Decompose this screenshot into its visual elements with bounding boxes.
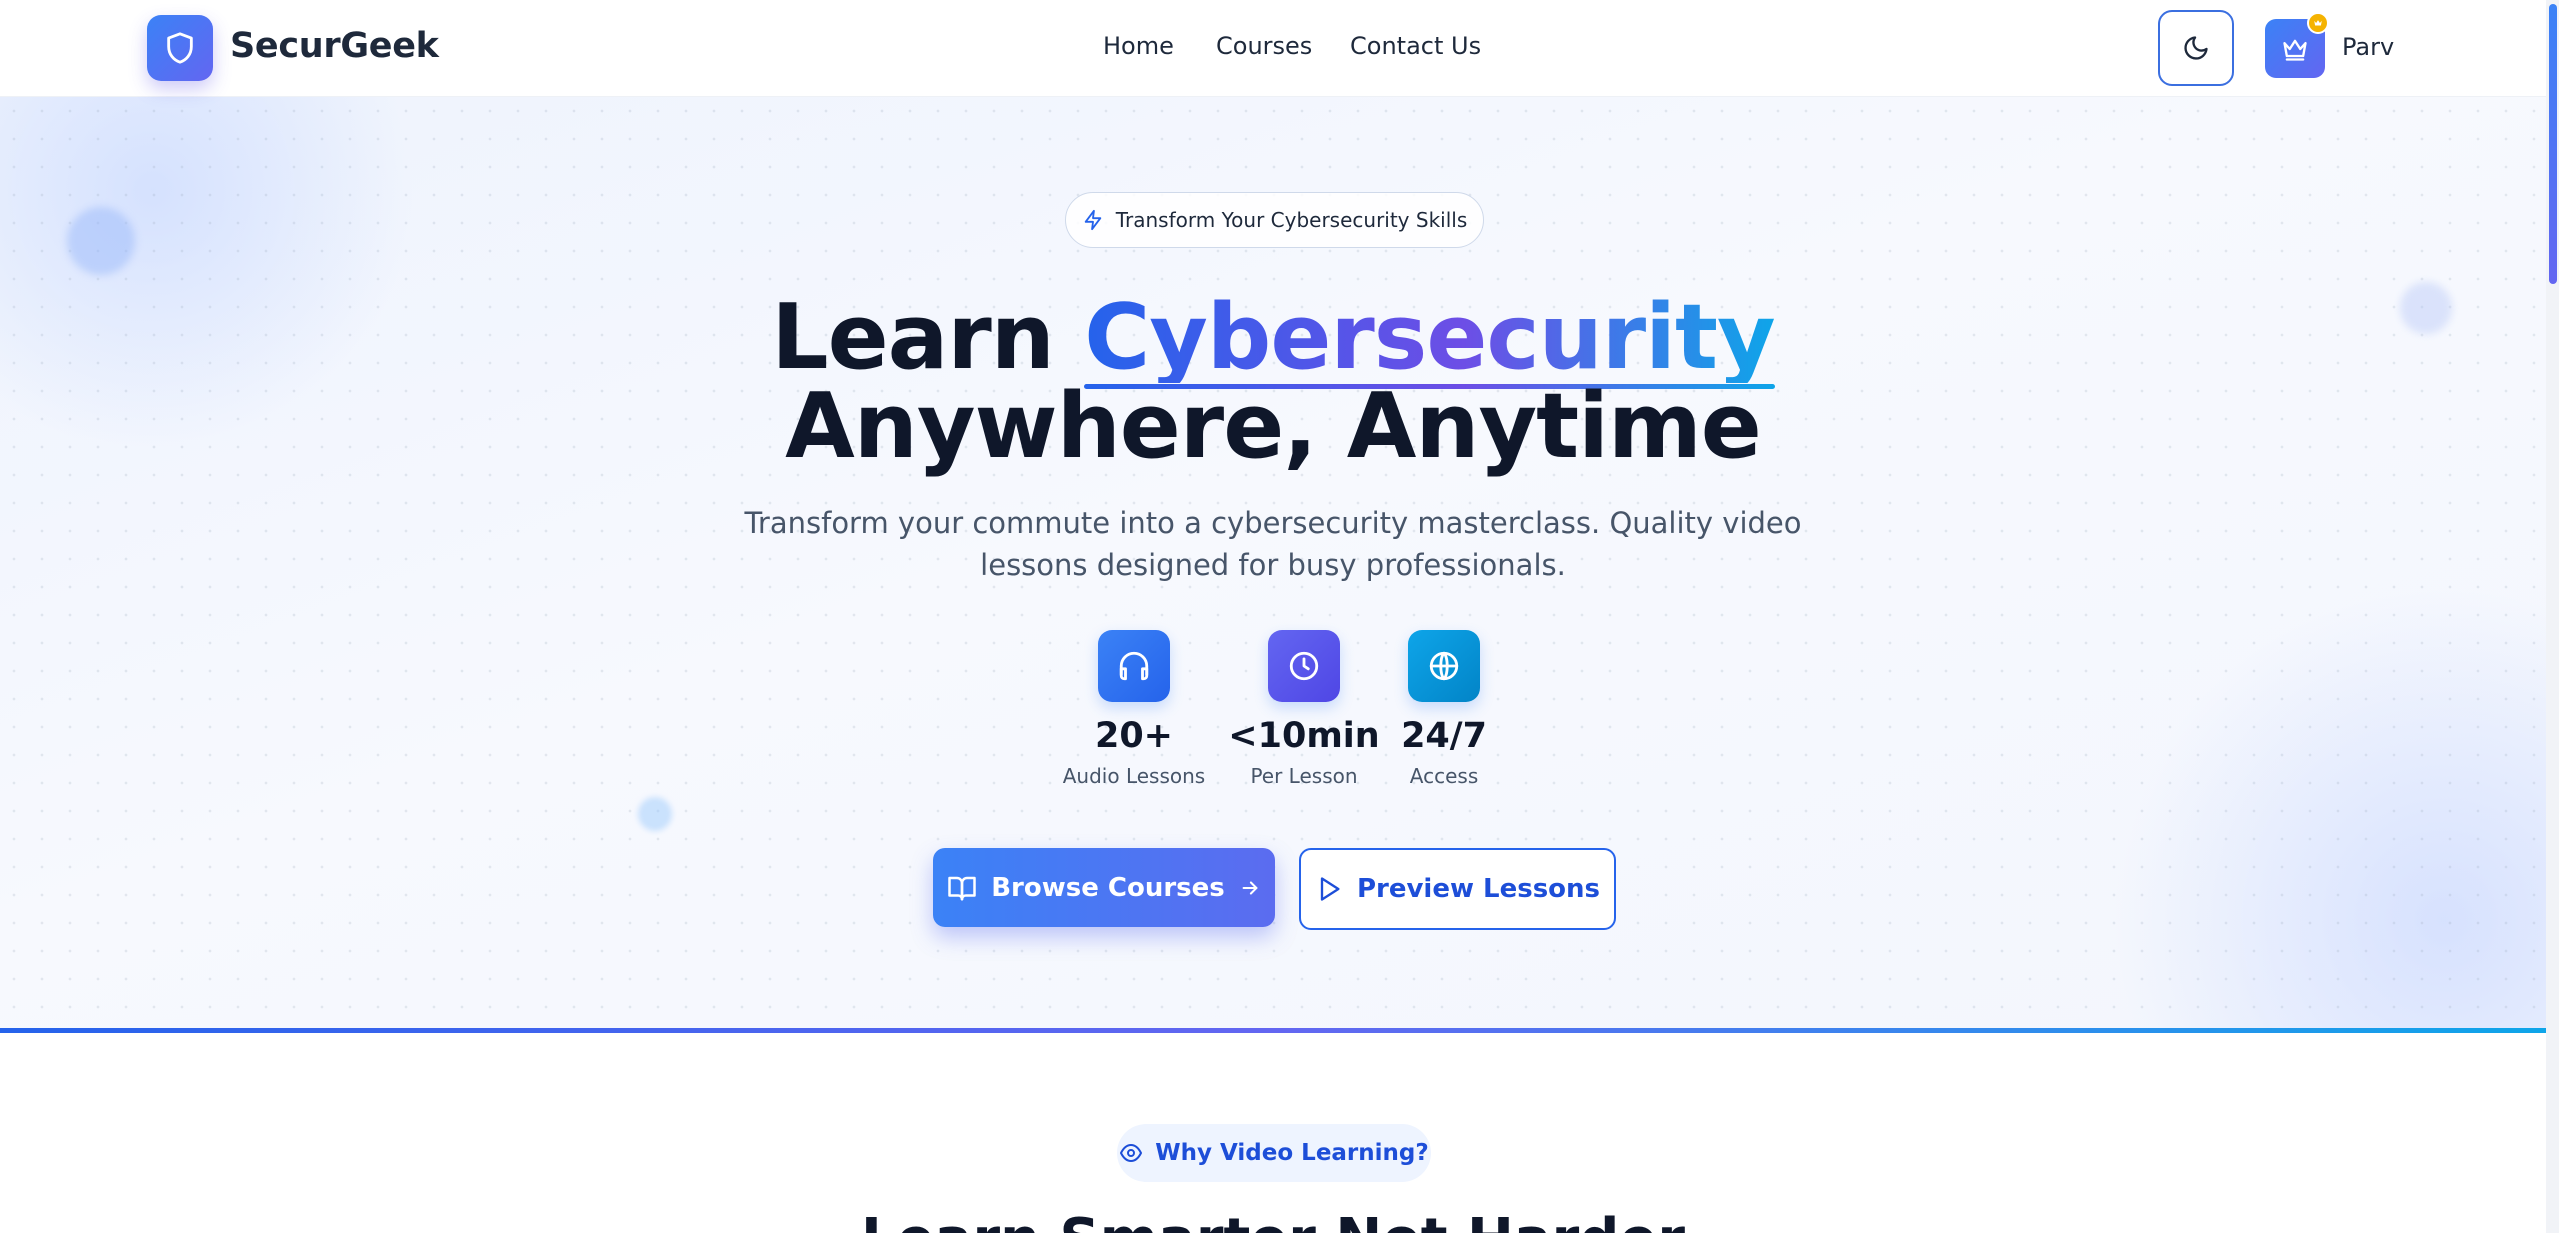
- decorative-blob: [638, 797, 672, 831]
- browse-courses-button[interactable]: Browse Courses: [933, 848, 1275, 927]
- book-open-icon: [948, 876, 976, 900]
- hero-headline-line2: Anywhere, Anytime: [785, 374, 1762, 479]
- nav-courses[interactable]: Courses: [1216, 32, 1312, 60]
- hero-subtitle: Transform your commute into a cybersecur…: [744, 506, 1802, 582]
- stat-value: 24/7: [1401, 716, 1487, 756]
- logo-badge[interactable]: [147, 15, 213, 81]
- globe-icon: [1429, 651, 1459, 681]
- scrollbar-thumb[interactable]: [2549, 4, 2557, 284]
- brand-name[interactable]: SecurGeek: [230, 26, 439, 66]
- stat-icon-tile: [1098, 630, 1170, 702]
- play-icon: [1320, 877, 1340, 901]
- section-badge: Why Video Learning?: [1117, 1124, 1431, 1182]
- clock-icon: [1289, 651, 1319, 681]
- top-navbar: SecurGeek Home Courses Contact Us Parv: [0, 0, 2546, 97]
- hero-badge-text: Transform Your Cybersecurity Skills: [1115, 208, 1468, 232]
- headphones-icon: [1119, 651, 1149, 681]
- decorative-blob: [67, 207, 135, 275]
- stat-icon-tile: [1408, 630, 1480, 702]
- arrow-right-icon: [1242, 880, 1258, 895]
- theme-toggle-button[interactable]: [2158, 10, 2234, 86]
- shield-icon: [167, 32, 193, 64]
- hero-section: Transform Your Cybersecurity Skills Lear…: [0, 97, 2546, 1032]
- stat-value: <10min: [1228, 716, 1380, 756]
- stat-icon-tile: [1268, 630, 1340, 702]
- headline-highlight: Cybersecurity: [1084, 285, 1776, 390]
- section-badge-text: Why Video Learning?: [1155, 1140, 1429, 1166]
- browse-courses-label: Browse Courses: [991, 872, 1225, 903]
- nav-home[interactable]: Home: [1103, 32, 1174, 60]
- stat-per-lesson: <10min Per Lesson: [1224, 630, 1384, 788]
- crown-icon: [2283, 39, 2307, 61]
- hero-headline-line1: Learn Cybersecurity: [0, 285, 2546, 390]
- hero-badge: Transform Your Cybersecurity Skills: [1065, 192, 1484, 248]
- stat-value: 20+: [1094, 716, 1174, 756]
- premium-badge-icon: [2307, 12, 2329, 34]
- user-name[interactable]: Parv: [2342, 33, 2394, 61]
- section-title: Learn Smarter Not Harder: [0, 1207, 2546, 1233]
- stat-audio-lessons: 20+ Audio Lessons: [1054, 630, 1214, 788]
- eye-icon: [1120, 1144, 1143, 1162]
- why-video-section: Why Video Learning? Learn Smarter Not Ha…: [0, 1033, 2546, 1233]
- moon-icon: [2184, 36, 2208, 60]
- preview-lessons-label: Preview Lessons: [1356, 874, 1601, 904]
- preview-lessons-button[interactable]: Preview Lessons: [1299, 848, 1616, 930]
- stat-label: Access: [1409, 764, 1479, 788]
- stat-label: Per Lesson: [1250, 764, 1358, 788]
- lightning-icon: [1084, 209, 1101, 231]
- stat-access: 24/7 Access: [1364, 630, 1524, 788]
- stat-label: Audio Lessons: [1062, 764, 1206, 788]
- nav-contact-us[interactable]: Contact Us: [1350, 32, 1481, 60]
